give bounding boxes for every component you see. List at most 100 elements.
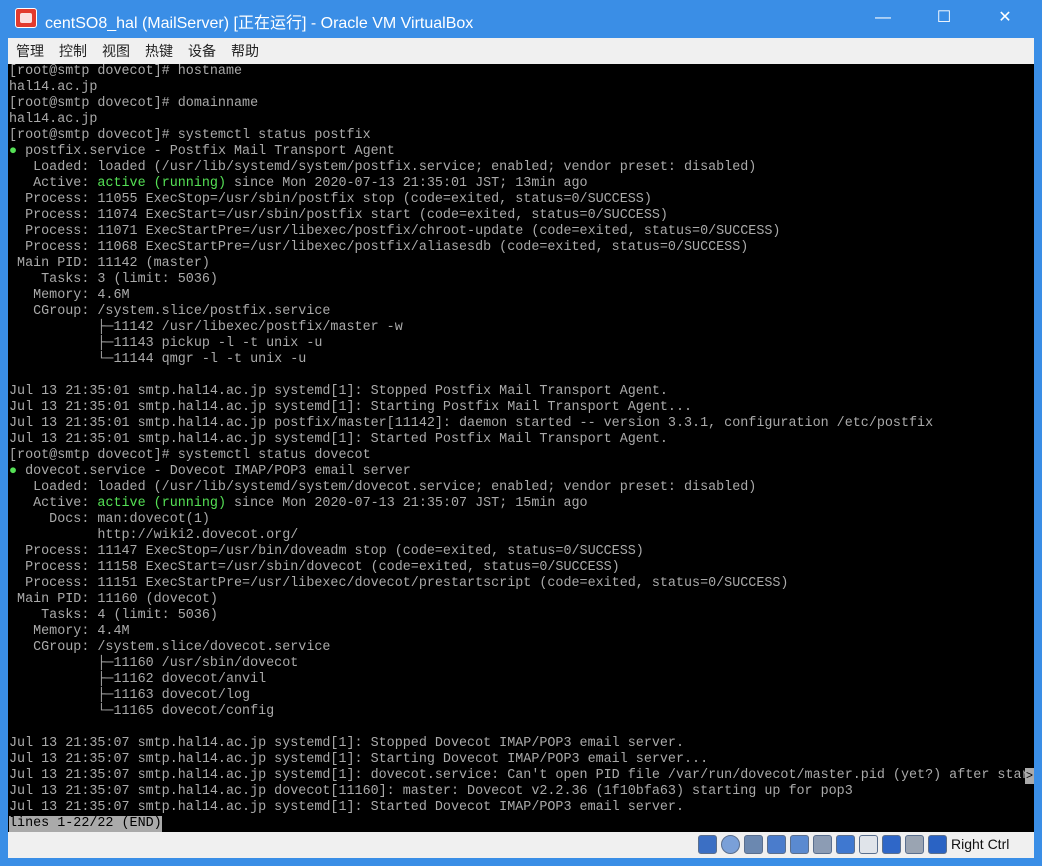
console-line-text: Main PID: 11160 (dovecot) xyxy=(9,592,218,607)
console-line-text: Jul 13 21:35:01 smtp.hal14.ac.jp systemd… xyxy=(9,432,668,447)
console-line: Memory: 4.6M xyxy=(9,288,1034,304)
console-line-text: [root@smtp dovecot]# hostname xyxy=(9,64,243,79)
menu-devices[interactable]: 设备 xyxy=(180,38,223,64)
console-line: Active: active (running) since Mon 2020-… xyxy=(9,176,1034,192)
console-line-text: Tasks: 3 (limit: 5036) xyxy=(9,272,218,287)
virtualbox-window: centSO8_hal (MailServer) [正在运行] - Oracle… xyxy=(0,0,1042,866)
shared-folders-icon[interactable] xyxy=(813,835,832,854)
status-bar: Right Ctrl xyxy=(8,832,1034,858)
console-line: ├─11143 pickup -l -t unix -u xyxy=(9,336,1034,352)
mouse-integration-icon[interactable] xyxy=(905,835,924,854)
display-icon[interactable] xyxy=(836,835,855,854)
console-line: Loaded: loaded (/usr/lib/systemd/system/… xyxy=(9,160,1034,176)
console-line-text: CGroup: /system.slice/postfix.service xyxy=(9,304,331,319)
video-capture-icon[interactable] xyxy=(859,835,878,854)
console-line: [root@smtp dovecot]# systemctl status do… xyxy=(9,448,1034,464)
virtualization-icon[interactable] xyxy=(882,835,901,854)
console-line: CGroup: /system.slice/postfix.service xyxy=(9,304,1034,320)
vm-console[interactable]: [root@smtp dovecot]# hostname hal14.ac.jp… xyxy=(8,64,1034,832)
console-line-text: Memory: 4.4M xyxy=(9,624,130,639)
console-line: Active: active (running) since Mon 2020-… xyxy=(9,496,1034,512)
minimize-button[interactable]: — xyxy=(860,0,906,36)
console-line-text: Process: 11158 ExecStart=/usr/sbin/dovec… xyxy=(9,560,620,575)
console-line-text: Jul 13 21:35:07 smtp.hal14.ac.jp systemd… xyxy=(9,752,709,767)
console-line-text: dovecot.service - Dovecot IMAP/POP3 emai… xyxy=(17,464,411,479)
console-line: Memory: 4.4M xyxy=(9,624,1034,640)
device-indicators xyxy=(698,835,951,855)
console-line-text: Memory: 4.6M xyxy=(9,288,130,303)
close-button[interactable]: ✕ xyxy=(982,0,1028,36)
console-line: Jul 13 21:35:07 smtp.hal14.ac.jp systemd… xyxy=(9,736,1034,752)
console-line: Jul 13 21:35:07 smtp.hal14.ac.jp systemd… xyxy=(9,752,1034,768)
console-line-text: Process: 11055 ExecStop=/usr/sbin/postfi… xyxy=(9,192,652,207)
menu-bar: 管理 控制 视图 热键 设备 帮助 xyxy=(8,38,1034,64)
console-line: Main PID: 11160 (dovecot) xyxy=(9,592,1034,608)
console-line-text: [root@smtp dovecot]# systemctl status do… xyxy=(9,448,371,463)
maximize-button[interactable]: ☐ xyxy=(921,0,967,36)
window-title: centSO8_hal (MailServer) [正在运行] - Oracle… xyxy=(45,15,474,32)
console-line-text: Docs: man:dovecot(1) xyxy=(9,512,210,527)
console-line: Process: 11068 ExecStartPre=/usr/libexec… xyxy=(9,240,1034,256)
console-line-text: └─11165 dovecot/config xyxy=(9,704,275,719)
optical-drive-icon[interactable] xyxy=(721,835,740,854)
console-line-text: since Mon 2020-07-13 21:35:01 JST; 13min… xyxy=(225,176,588,191)
console-line: hal14.ac.jp xyxy=(9,80,1034,96)
console-line: Process: 11074 ExecStart=/usr/sbin/postf… xyxy=(9,208,1034,224)
console-line-text: Jul 13 21:35:01 smtp.hal14.ac.jp systemd… xyxy=(9,400,693,415)
console-line: [root@smtp dovecot]# domainname xyxy=(9,96,1034,112)
console-line: ● dovecot.service - Dovecot IMAP/POP3 em… xyxy=(9,464,1034,480)
console-line: ├─11160 /usr/sbin/dovecot xyxy=(9,656,1034,672)
console-line-text: [root@smtp dovecot]# domainname xyxy=(9,96,259,111)
line-truncated-icon: > xyxy=(1025,768,1034,784)
audio-icon[interactable] xyxy=(744,835,763,854)
console-line: Jul 13 21:35:07 smtp.hal14.ac.jp systemd… xyxy=(9,800,1034,816)
usb-icon[interactable] xyxy=(790,835,809,854)
console-line-text: Jul 13 21:35:01 smtp.hal14.ac.jp postfix… xyxy=(9,416,934,431)
menu-control[interactable]: 控制 xyxy=(51,38,94,64)
console-line: Process: 11071 ExecStartPre=/usr/libexec… xyxy=(9,224,1034,240)
console-line-text: Jul 13 21:35:01 smtp.hal14.ac.jp systemd… xyxy=(9,384,668,399)
console-line-text: [root@smtp dovecot]# systemctl status po… xyxy=(9,128,371,143)
console-line-text: http://wiki2.dovecot.org/ xyxy=(9,528,299,543)
console-line-text: since Mon 2020-07-13 21:35:07 JST; 15min… xyxy=(225,496,588,511)
status-bullet-icon: ● xyxy=(9,464,18,479)
console-line: Jul 13 21:35:01 smtp.hal14.ac.jp systemd… xyxy=(9,384,1034,400)
console-line-text: Loaded: loaded (/usr/lib/systemd/system/… xyxy=(9,160,757,175)
console-line-text: Tasks: 4 (limit: 5036) xyxy=(9,608,218,623)
console-line: Jul 13 21:35:01 smtp.hal14.ac.jp systemd… xyxy=(9,400,1034,416)
console-line: Tasks: 3 (limit: 5036) xyxy=(9,272,1034,288)
console-line-text: postfix.service - Postfix Mail Transport… xyxy=(17,144,395,159)
console-line-text: hal14.ac.jp xyxy=(9,80,98,95)
console-line-text: ├─11143 pickup -l -t unix -u xyxy=(9,336,323,351)
menu-hotkeys[interactable]: 热键 xyxy=(137,38,180,64)
console-line-text: Jul 13 21:35:07 smtp.hal14.ac.jp systemd… xyxy=(9,800,684,815)
console-line: Main PID: 11142 (master) xyxy=(9,256,1034,272)
virtualbox-app-icon[interactable] xyxy=(15,8,37,28)
pager-status: lines 1-22/22 (END) xyxy=(9,816,162,832)
keyboard-icon[interactable] xyxy=(928,835,947,854)
title-bar[interactable]: centSO8_hal (MailServer) [正在运行] - Oracle… xyxy=(0,0,1042,38)
console-line: Process: 11147 ExecStop=/usr/bin/doveadm… xyxy=(9,544,1034,560)
menu-machine[interactable]: 管理 xyxy=(8,38,51,64)
console-line: Jul 13 21:35:01 smtp.hal14.ac.jp postfix… xyxy=(9,416,1034,432)
network-icon[interactable] xyxy=(767,835,786,854)
menu-help[interactable]: 帮助 xyxy=(223,38,266,64)
console-output: [root@smtp dovecot]# hostname hal14.ac.jp… xyxy=(9,64,1034,832)
console-line: CGroup: /system.slice/dovecot.service xyxy=(9,640,1034,656)
console-line: Process: 11055 ExecStop=/usr/sbin/postfi… xyxy=(9,192,1034,208)
status-bullet-icon: ● xyxy=(9,144,18,159)
console-line-text: Jul 13 21:35:07 smtp.hal14.ac.jp systemd… xyxy=(9,736,684,751)
console-line: Jul 13 21:35:07 smtp.hal14.ac.jp dovecot… xyxy=(9,784,1034,800)
console-line: Process: 11151 ExecStartPre=/usr/libexec… xyxy=(9,576,1034,592)
active-status: active (running) xyxy=(97,176,226,191)
console-line: ● postfix.service - Postfix Mail Transpo… xyxy=(9,144,1034,160)
menu-view[interactable]: 视图 xyxy=(94,38,137,64)
console-line-text: Process: 11147 ExecStop=/usr/bin/doveadm… xyxy=(9,544,644,559)
console-line-text: Jul 13 21:35:07 smtp.hal14.ac.jp systemd… xyxy=(9,768,1030,783)
console-line-text: ├─11142 /usr/libexec/postfix/master -w xyxy=(9,320,403,335)
console-line: ├─11163 dovecot/log xyxy=(9,688,1034,704)
console-line-text: Process: 11074 ExecStart=/usr/sbin/postf… xyxy=(9,208,668,223)
hard-disk-icon[interactable] xyxy=(698,835,717,854)
active-label: Active: xyxy=(9,176,98,191)
